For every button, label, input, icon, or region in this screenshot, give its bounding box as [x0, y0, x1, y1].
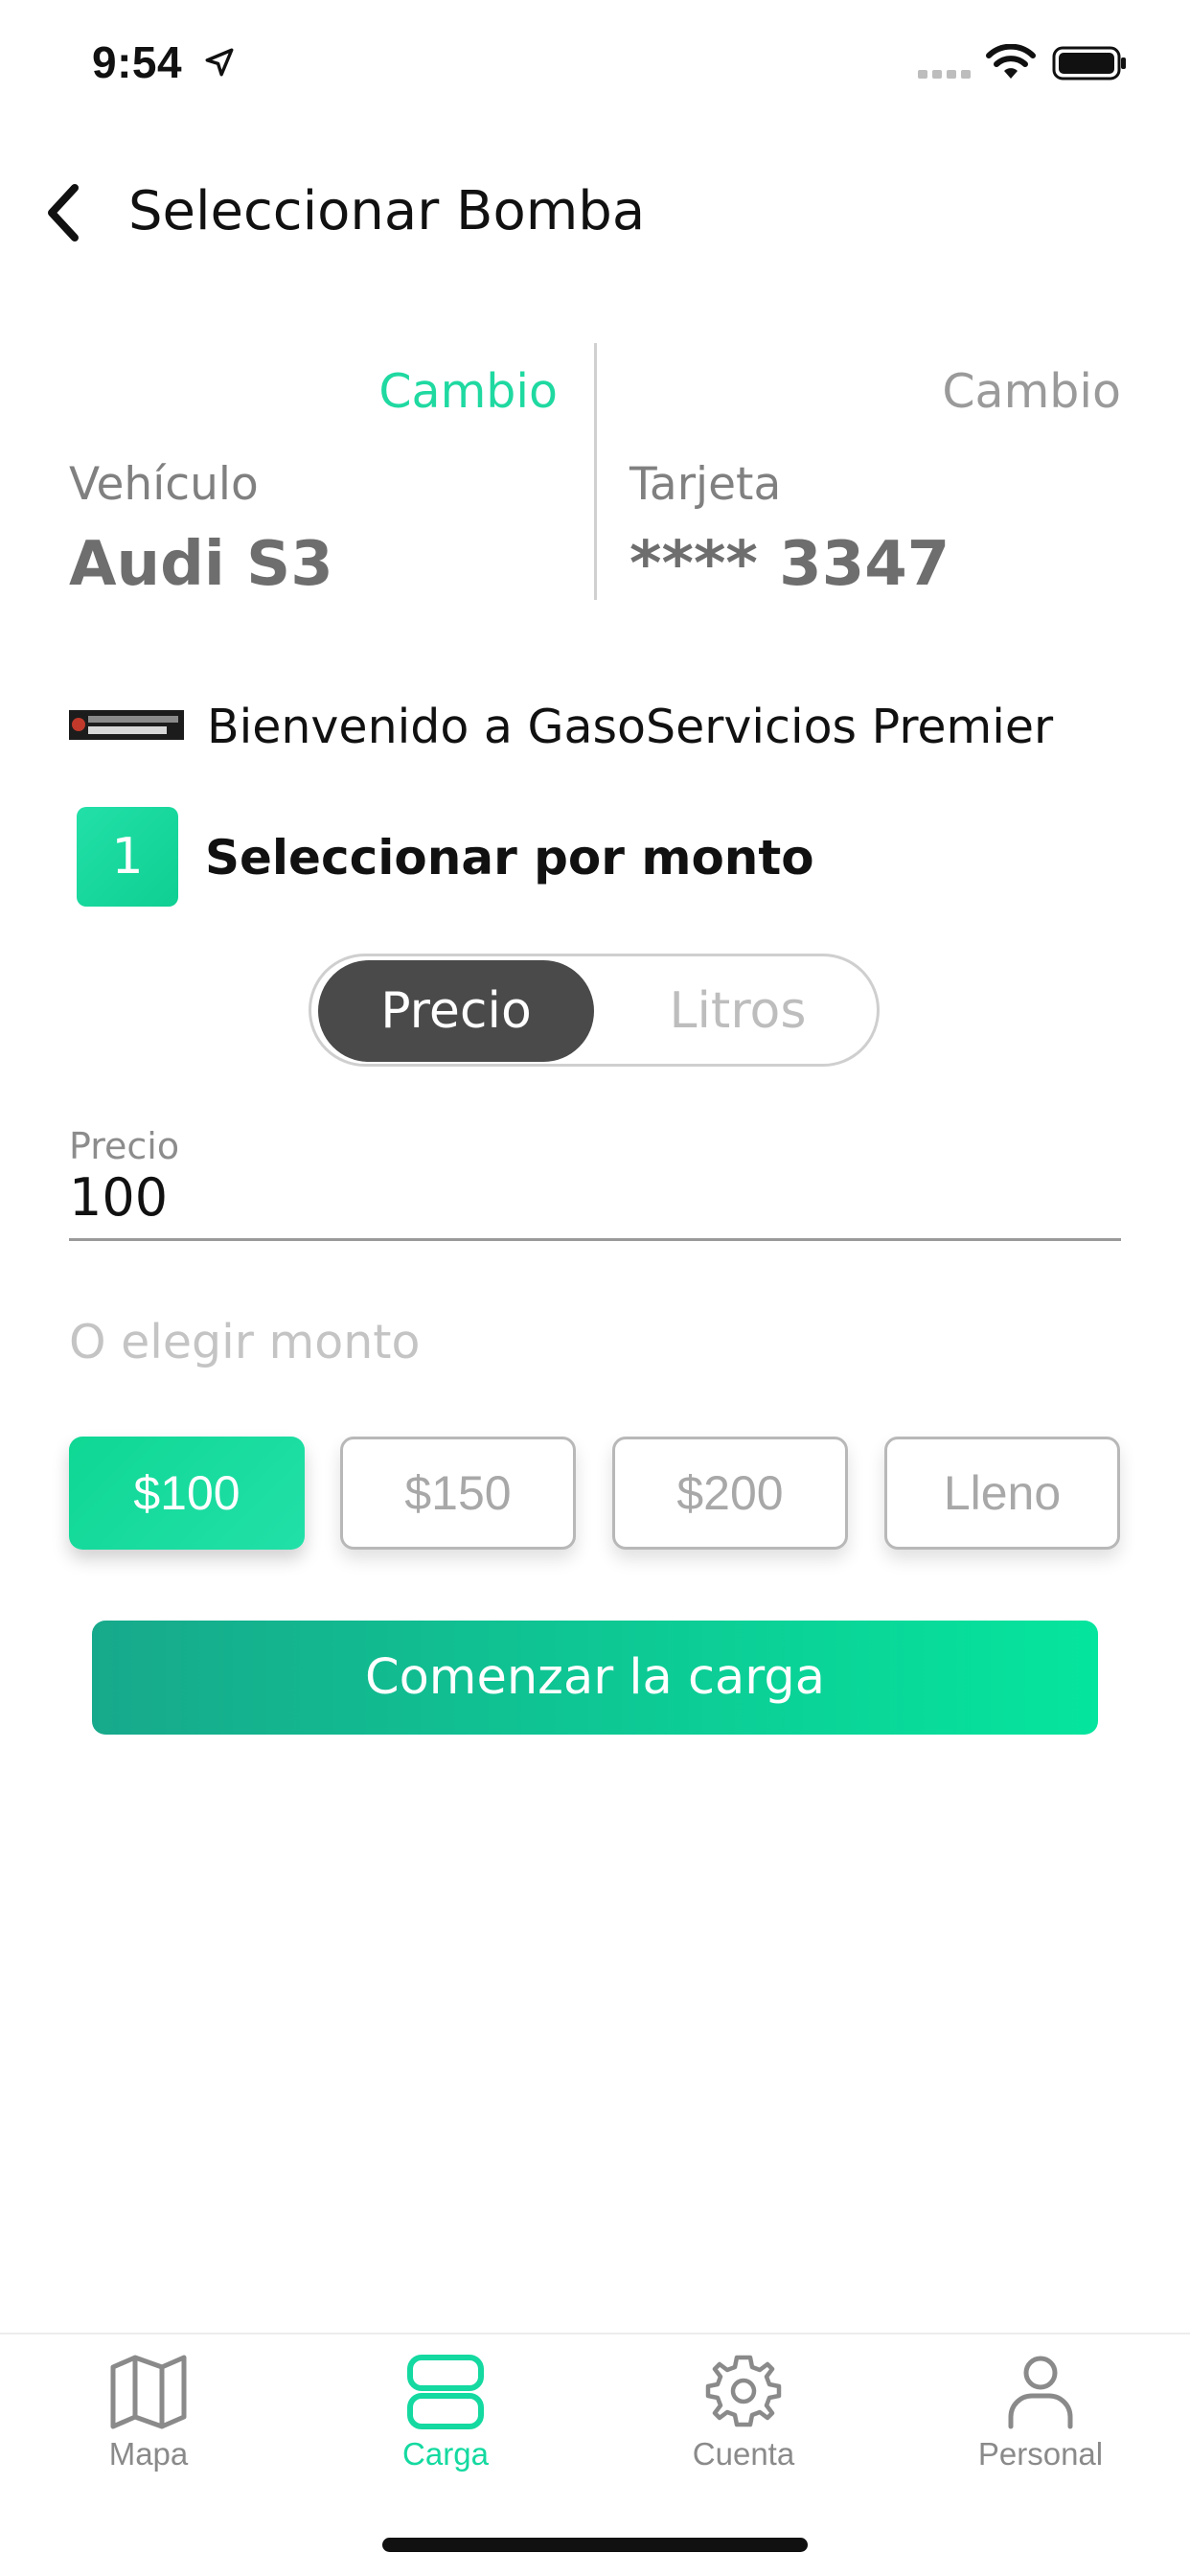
page-title: Seleccionar Bomba — [128, 180, 646, 242]
amount-field-label: Precio — [69, 1125, 180, 1167]
tab-personal[interactable]: Personal — [916, 2338, 1165, 2482]
amount-chip-full[interactable]: Lleno — [884, 1437, 1120, 1550]
choose-amount-label: O elegir monto — [69, 1315, 421, 1369]
tab-label-cuenta: Cuenta — [692, 2436, 795, 2472]
signal-icon — [918, 70, 971, 79]
change-vehicle-link[interactable]: Cambio — [378, 364, 558, 419]
vertical-divider — [594, 343, 597, 600]
location-arrow-icon — [205, 48, 234, 77]
tab-cuenta[interactable]: Cuenta — [619, 2338, 868, 2482]
tab-mapa[interactable]: Mapa — [24, 2338, 273, 2482]
tab-label-carga: Carga — [402, 2436, 489, 2472]
gear-icon — [705, 2355, 782, 2427]
battery-icon — [1052, 46, 1126, 80]
amount-chip-200[interactable]: $200 — [612, 1437, 848, 1550]
vehicle-value: Audi S3 — [69, 529, 333, 600]
amount-chip-150[interactable]: $150 — [340, 1437, 576, 1550]
map-icon — [110, 2355, 187, 2429]
start-fueling-button[interactable]: Comenzar la carga — [92, 1621, 1098, 1735]
station-logo — [69, 710, 184, 740]
tab-carga[interactable]: Carga — [321, 2338, 570, 2482]
status-time: 9:54 — [92, 37, 183, 87]
tabbar-divider — [0, 2333, 1190, 2334]
wifi-icon — [986, 44, 1036, 79]
vehicle-label: Vehículo — [69, 458, 259, 511]
chevron-left-icon[interactable] — [42, 182, 84, 243]
card-label: Tarjeta — [629, 458, 782, 511]
amount-input-underline — [69, 1238, 1121, 1241]
amount-input[interactable] — [69, 1167, 1121, 1228]
amount-chip-100[interactable]: $100 — [69, 1437, 305, 1550]
home-indicator — [382, 2538, 808, 2552]
step-title: Seleccionar por monto — [205, 830, 814, 886]
user-icon — [1008, 2356, 1073, 2429]
tab-label-mapa: Mapa — [108, 2436, 189, 2472]
change-card-link[interactable]: Cambio — [942, 364, 1121, 419]
fuel-pump-icon — [407, 2355, 484, 2429]
welcome-text: Bienvenido a GasoServicios Premier — [207, 700, 1054, 754]
segment-precio[interactable]: Precio — [318, 960, 594, 1062]
step-number-badge: 1 — [77, 807, 178, 907]
segment-litros[interactable]: Litros — [602, 960, 874, 1062]
card-value: **** 3347 — [629, 529, 950, 600]
tab-label-personal: Personal — [977, 2436, 1104, 2472]
